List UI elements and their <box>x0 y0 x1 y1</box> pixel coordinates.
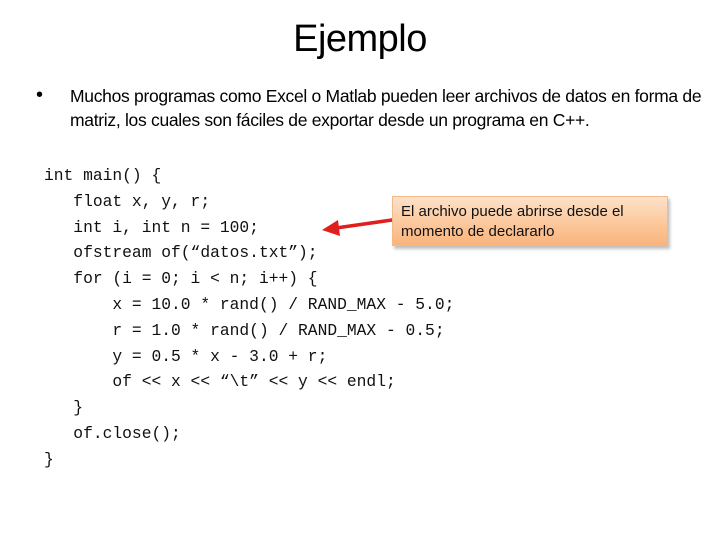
code-line: r = 1.0 * rand() / RAND_MAX - 0.5; <box>44 320 445 340</box>
callout-box: El archivo puede abrirse desde el moment… <box>392 196 668 246</box>
callout-text-line-2: momento de declararlo <box>401 223 555 240</box>
code-line: y = 0.5 * x - 3.0 + r; <box>44 346 328 366</box>
code-line: x = 10.0 * rand() / RAND_MAX - 5.0; <box>44 294 455 314</box>
slide-title: Ejemplo <box>293 18 427 60</box>
code-line: } <box>44 449 54 469</box>
bullet-icon: • <box>36 84 44 106</box>
callout-text-line-1: El archivo puede abrirse desde el <box>401 203 624 220</box>
bullet-text: Muchos programas como Excel o Matlab pue… <box>70 86 702 130</box>
code-line: of.close(); <box>44 423 181 443</box>
code-line: of << x << “\t” << y << endl; <box>44 372 396 392</box>
code-line: for (i = 0; i < n; i++) { <box>44 269 318 289</box>
code-line: int main() { <box>44 166 162 185</box>
code-line: } <box>44 398 84 418</box>
